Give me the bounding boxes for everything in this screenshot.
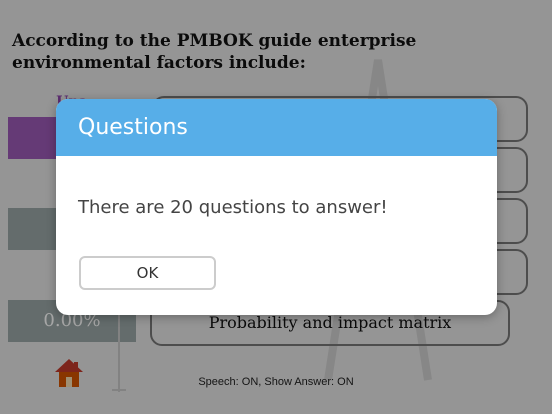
ok-button[interactable]: OK	[79, 256, 216, 290]
dialog-message: There are 20 questions to answer!	[78, 197, 388, 218]
questions-dialog: Questions There are 20 questions to answ…	[56, 99, 497, 315]
dialog-title: Questions	[56, 99, 497, 156]
